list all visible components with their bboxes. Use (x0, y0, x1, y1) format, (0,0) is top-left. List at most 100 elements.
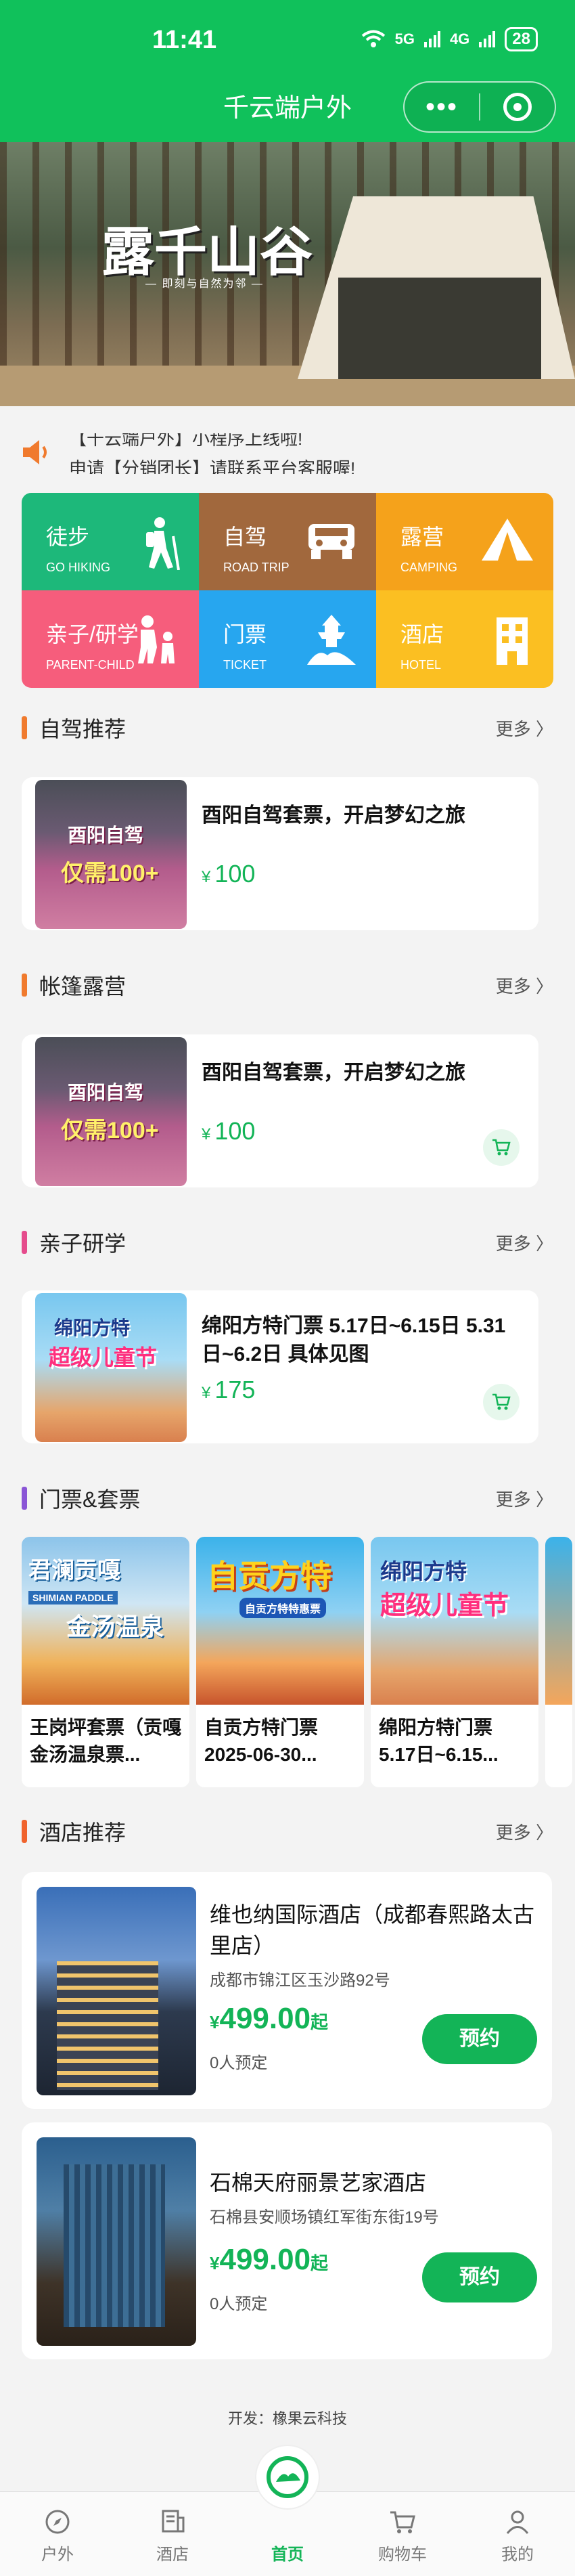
ticket-image-text-2: 自贡方特特惠票 (239, 1598, 327, 1618)
currency-symbol: ¥ (202, 1125, 211, 1143)
hotel-booked-count: 0人预定 (210, 2295, 268, 2313)
product-card-parent-child[interactable]: 绵阳方特 超级儿童节 绵阳方特门票 5.17日~6.15日 5.31日~6.2日… (22, 1290, 538, 1443)
category-parent-child[interactable]: 亲子/研学 PARENT-CHILD (22, 590, 199, 688)
currency-symbol: ¥ (202, 1384, 211, 1402)
ticket-card[interactable]: 绵阳方特 超级儿童节 绵阳方特门票 5.17日~6.15... (371, 1537, 538, 1787)
tab-label: 购物车 (378, 2546, 427, 2564)
book-button[interactable]: 预约 (422, 2014, 537, 2064)
more-link[interactable]: 更多 〉 (496, 1486, 553, 1511)
status-time: 11:41 (152, 26, 217, 54)
hotel-card[interactable]: 维也纳国际酒店（成都春熙路太古里店） 成都市锦江区玉沙路92号 ¥499.00起… (22, 1872, 552, 2109)
hiker-icon (146, 517, 180, 570)
section-accent-bar (22, 716, 27, 739)
pagoda-icon (307, 615, 356, 665)
compass-icon (45, 2510, 70, 2534)
wifi-icon (361, 30, 385, 47)
ticket-image-text: 绵阳方特 (380, 1559, 467, 1584)
product-price: ¥175 (202, 1376, 255, 1404)
hotel-card[interactable]: 石棉天府丽景艺家酒店 石棉县安顺场镇红军街东街19号 ¥499.00起 0人预定… (22, 2122, 552, 2359)
tab-hotel[interactable]: 酒店 (115, 2492, 230, 2576)
section-accent-bar (22, 1487, 27, 1510)
category-hotel[interactable]: 酒店 HOTEL (376, 590, 553, 688)
product-image-text-2: 超级儿童节 (49, 1345, 158, 1370)
product-name: 绵阳方特门票 5.17日~6.15日 5.31日~6.2日 具体见图 (202, 1315, 506, 1366)
signal-bars-icon-2 (479, 31, 496, 47)
currency-symbol: ¥ (210, 2012, 220, 2032)
price-value: 100 (214, 1117, 256, 1145)
product-image-text: 酉阳自驾 (68, 1082, 144, 1103)
hotel-price: ¥499.00起 (210, 2002, 328, 2036)
close-capsule-button[interactable] (480, 93, 555, 121)
home-logo-icon (267, 2456, 308, 2498)
category-camping[interactable]: 露营 CAMPING (376, 493, 553, 590)
more-menu-icon[interactable]: ••• (405, 93, 479, 121)
ticket-title: 绵阳方特门票 5.17日~6.15... (379, 1717, 499, 1765)
product-image-text: 绵阳方特 (54, 1317, 131, 1338)
hotel-building (64, 2164, 165, 2327)
add-to-cart-button[interactable] (483, 1129, 520, 1166)
ticket-card[interactable]: 君澜贡嘎 SHIMIAN PADDLE 金汤温泉 王岗坪套票（贡嘎金汤温泉票..… (22, 1537, 189, 1787)
price-value: 100 (214, 860, 256, 888)
product-card-camping[interactable]: 酉阳自驾 仅需100+ 酉阳自驾套票，开启梦幻之旅 ¥100 (22, 1034, 538, 1187)
ticket-image-text-2: 金汤温泉 (66, 1613, 164, 1640)
section-accent-bar (22, 974, 27, 997)
currency-symbol: ¥ (210, 2253, 220, 2273)
jeep-icon (308, 524, 354, 559)
hotel-doc-icon (162, 2510, 185, 2533)
product-card-self-drive[interactable]: 酉阳自驾 仅需100+ 酉阳自驾套票，开启梦幻之旅 ¥100 (22, 777, 538, 930)
hero-banner[interactable]: 露千山谷 — 即刻与自然为邻 — (0, 142, 575, 406)
tab-home[interactable]: 首页 (230, 2445, 345, 2576)
section-accent-bar (22, 1820, 27, 1843)
target-icon (503, 93, 532, 121)
hotel-building (57, 1961, 158, 2090)
category-ticket[interactable]: 门票 TICKET (199, 590, 376, 688)
tab-label: 酒店 (156, 2546, 189, 2564)
cart-icon (492, 1393, 511, 1410)
ticket-title: 王岗坪套票（贡嘎金汤温泉票... (30, 1717, 182, 1765)
price-value: 499.00 (219, 2243, 311, 2276)
price-suffix: 起 (310, 2253, 329, 2273)
more-link[interactable]: 更多 〉 (496, 1230, 553, 1255)
currency-symbol: ¥ (202, 868, 211, 886)
notice-bar[interactable]: 【千云端户外】小程序上线啦! 申请【分销团长】请联系平台客服喔! (22, 433, 556, 474)
signal-4g-icon: 4G (449, 30, 470, 47)
section-title: 自驾推荐 (39, 717, 127, 741)
app-header: 11:41 5G 4G 28 千云端户外 ••• (0, 0, 575, 142)
battery-icon: 28 (505, 27, 538, 51)
more-link[interactable]: 更多 〉 (496, 1819, 553, 1844)
section-header-tickets: 门票&套票 更多 〉 (22, 1481, 553, 1515)
more-link[interactable]: 更多 〉 (496, 973, 553, 998)
tab-cart[interactable]: 购物车 (345, 2492, 460, 2576)
category-road-trip[interactable]: 自驾 ROAD TRIP (199, 493, 376, 590)
ticket-card-partial[interactable] (545, 1537, 572, 1787)
banner-subtitle: — 即刻与自然为邻 — (145, 278, 264, 290)
product-name: 酉阳自驾套票，开启梦幻之旅 (202, 1062, 465, 1084)
signal-bars-icon (423, 31, 440, 47)
ticket-carousel[interactable]: 君澜贡嘎 SHIMIAN PADDLE 金汤温泉 王岗坪套票（贡嘎金汤温泉票..… (22, 1537, 575, 1787)
section-header-self-drive: 自驾推荐 更多 〉 (22, 711, 553, 745)
price-suffix: 起 (310, 2012, 329, 2032)
signal-5g-icon: 5G (394, 30, 415, 47)
more-link[interactable]: 更多 〉 (496, 716, 553, 741)
bottom-tab-bar: 户外 酒店 首页 购物车 我的 (0, 2445, 575, 2576)
ticket-card[interactable]: 自贡方特 自贡方特特惠票 自贡方特门票 2025-06-30... (196, 1537, 364, 1787)
section-title: 门票&套票 (39, 1487, 141, 1512)
tab-mine[interactable]: 我的 (460, 2492, 575, 2576)
ticket-title: 自贡方特门票 2025-06-30... (204, 1717, 319, 1765)
section-header-hotels: 酒店推荐 更多 〉 (22, 1814, 553, 1848)
home-logo-bubble (255, 2445, 320, 2510)
tent-icon (482, 519, 533, 561)
product-price: ¥100 (202, 860, 255, 888)
product-image: 酉阳自驾 仅需100+ (35, 1037, 187, 1186)
add-to-cart-button[interactable] (483, 1384, 520, 1420)
book-button[interactable]: 预约 (422, 2252, 537, 2302)
tent-door (338, 278, 541, 379)
mini-program-capsule: ••• (403, 81, 556, 133)
section-title: 酒店推荐 (39, 1820, 127, 1845)
hotel-address: 石棉县安顺场镇红军街东街19号 (210, 2208, 439, 2227)
tab-outdoor[interactable]: 户外 (0, 2492, 115, 2576)
ticket-image: 自贡方特 自贡方特特惠票 (196, 1537, 364, 1705)
category-hiking[interactable]: 徒步 GO HIKING (22, 493, 199, 590)
tab-label: 我的 (501, 2546, 534, 2564)
hotel-image (37, 2137, 196, 2346)
